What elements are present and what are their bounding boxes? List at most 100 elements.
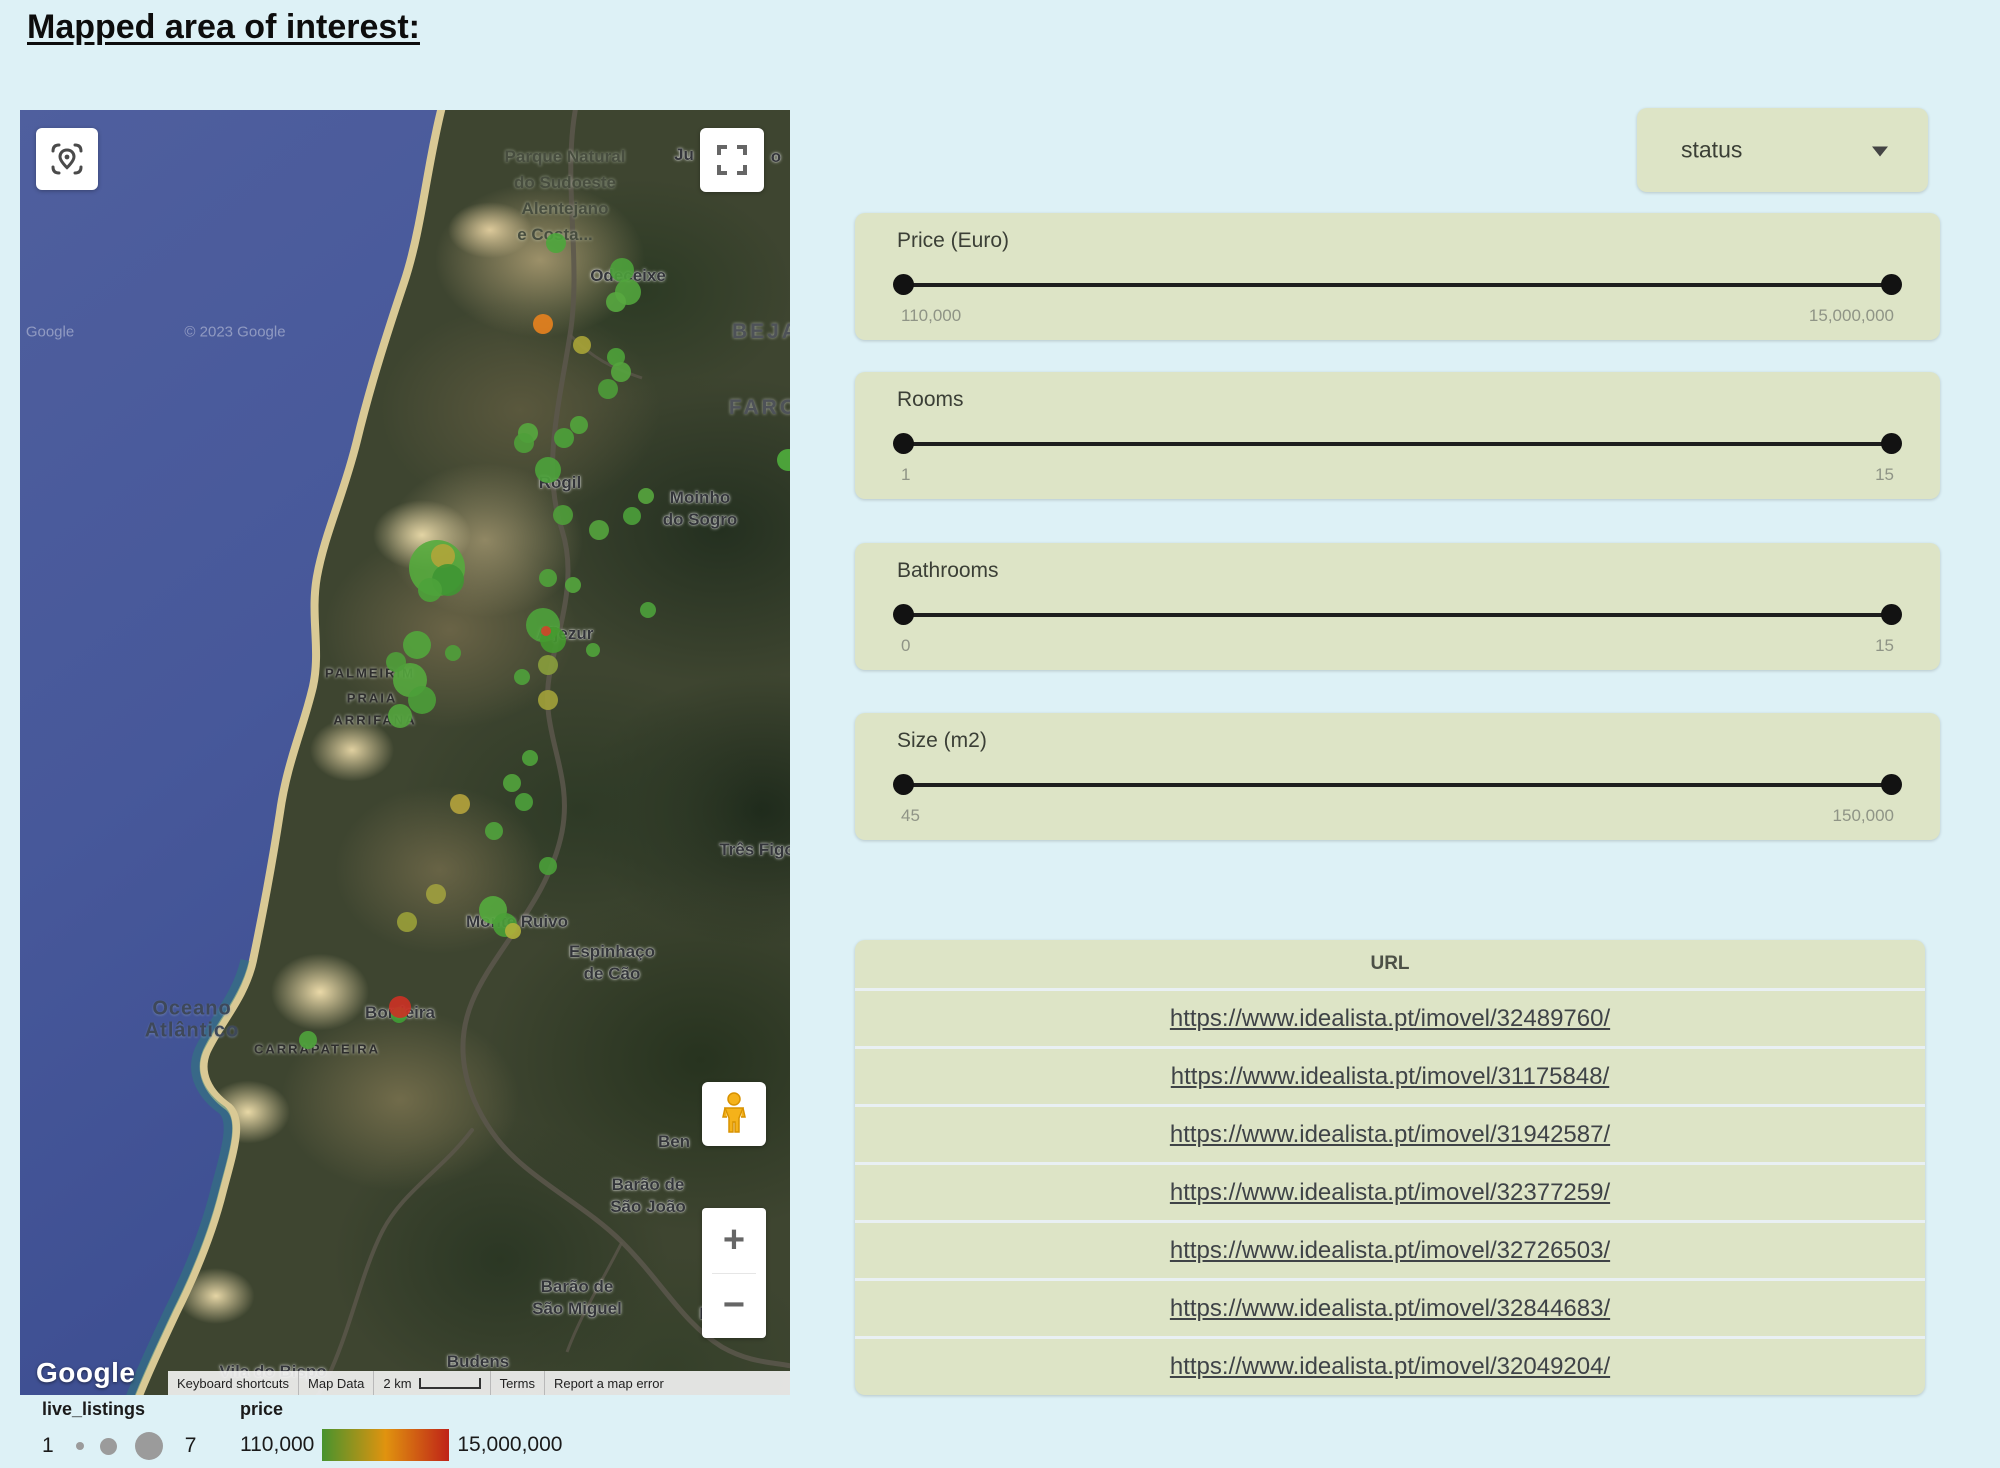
status-dropdown[interactable]: status xyxy=(1637,108,1928,192)
listing-link[interactable]: https://www.idealista.pt/imovel/32049204… xyxy=(1170,1353,1610,1381)
listing-link[interactable]: https://www.idealista.pt/imovel/32377259… xyxy=(1170,1179,1610,1207)
table-row: https://www.idealista.pt/imovel/31175848… xyxy=(855,1046,1925,1104)
listing-marker[interactable] xyxy=(514,669,530,685)
listing-marker[interactable] xyxy=(606,292,626,312)
listing-marker[interactable] xyxy=(514,433,534,453)
listing-marker[interactable] xyxy=(539,857,557,875)
listing-marker[interactable] xyxy=(623,507,641,525)
rooms-slider-handle-min[interactable] xyxy=(893,433,914,454)
listing-marker[interactable] xyxy=(485,822,503,840)
listing-marker[interactable] xyxy=(450,794,470,814)
rooms-slider-track[interactable] xyxy=(903,442,1892,446)
listing-link[interactable]: https://www.idealista.pt/imovel/31942587… xyxy=(1170,1121,1610,1149)
listing-marker[interactable] xyxy=(554,428,574,448)
size-slider-handle-max[interactable] xyxy=(1881,774,1902,795)
listing-marker[interactable] xyxy=(535,457,561,483)
zoom-control: + − xyxy=(702,1208,766,1338)
listing-marker[interactable] xyxy=(388,704,412,728)
listing-marker[interactable] xyxy=(426,884,446,904)
size-slider-handle-min[interactable] xyxy=(893,774,914,795)
size-dot-small xyxy=(76,1442,84,1450)
listing-marker[interactable] xyxy=(515,793,533,811)
price-slider-handle-min[interactable] xyxy=(893,274,914,295)
report-map-error-link[interactable]: Report a map error xyxy=(544,1371,673,1395)
scale-bar: 2 km xyxy=(373,1371,489,1395)
listing-link[interactable]: https://www.idealista.pt/imovel/32844683… xyxy=(1170,1295,1610,1323)
size-slider-track[interactable] xyxy=(903,783,1892,787)
listing-link[interactable]: https://www.idealista.pt/imovel/31175848… xyxy=(1171,1063,1609,1091)
keyboard-shortcuts-link[interactable]: Keyboard shortcuts xyxy=(168,1371,298,1395)
listing-marker[interactable] xyxy=(598,379,618,399)
listing-marker[interactable] xyxy=(389,996,411,1018)
size-slider-label: Size (m2) xyxy=(897,729,987,753)
size-dot-medium xyxy=(100,1438,117,1455)
size-dot-large xyxy=(135,1432,163,1460)
bathrooms-slider-panel: Bathrooms 0 15 xyxy=(855,543,1940,670)
listing-link[interactable]: https://www.idealista.pt/imovel/32726503… xyxy=(1170,1237,1610,1265)
listing-marker[interactable] xyxy=(553,505,573,525)
listing-marker[interactable] xyxy=(538,690,558,710)
table-row: https://www.idealista.pt/imovel/32844683… xyxy=(855,1278,1925,1336)
price-slider-handle-max[interactable] xyxy=(1881,274,1902,295)
listing-marker[interactable] xyxy=(573,336,591,354)
listing-marker[interactable] xyxy=(505,923,521,939)
listing-marker[interactable] xyxy=(640,602,656,618)
marker-layer xyxy=(20,110,790,1395)
focus-location-button[interactable] xyxy=(36,128,98,190)
listing-marker[interactable] xyxy=(538,655,558,675)
table-row: https://www.idealista.pt/imovel/32049204… xyxy=(855,1336,1925,1394)
scale-label: 2 km xyxy=(383,1376,411,1391)
listing-marker[interactable] xyxy=(546,233,566,253)
listing-marker[interactable] xyxy=(418,578,442,602)
bathrooms-slider-handle-min[interactable] xyxy=(893,604,914,625)
google-logo[interactable]: Google xyxy=(36,1357,135,1389)
table-row: https://www.idealista.pt/imovel/32377259… xyxy=(855,1162,1925,1220)
dashboard: Mapped area of interest: Parque Naturald… xyxy=(0,0,2000,1468)
listing-marker[interactable] xyxy=(541,626,551,636)
map-data-link[interactable]: Map Data xyxy=(298,1371,373,1395)
listing-marker[interactable] xyxy=(539,569,557,587)
bathrooms-slider-label: Bathrooms xyxy=(897,559,999,583)
listing-marker[interactable] xyxy=(299,1031,317,1049)
rooms-slider-panel: Rooms 1 15 xyxy=(855,372,1940,499)
url-table: URL https://www.idealista.pt/imovel/3248… xyxy=(855,940,1925,1395)
listing-marker[interactable] xyxy=(397,912,417,932)
map-attribution-bar: Keyboard shortcuts Map Data 2 km Terms R… xyxy=(168,1371,790,1395)
fullscreen-button[interactable] xyxy=(700,128,764,192)
zoom-in-button[interactable]: + xyxy=(702,1208,766,1273)
size-slider-min-value: 45 xyxy=(901,806,920,826)
listing-marker[interactable] xyxy=(586,643,600,657)
table-row: https://www.idealista.pt/imovel/31942587… xyxy=(855,1104,1925,1162)
status-dropdown-label: status xyxy=(1681,137,1742,164)
price-slider-label: Price (Euro) xyxy=(897,229,1009,253)
table-row: https://www.idealista.pt/imovel/32489760… xyxy=(855,988,1925,1046)
listing-marker[interactable] xyxy=(386,652,406,672)
terms-link[interactable]: Terms xyxy=(490,1371,544,1395)
listing-marker[interactable] xyxy=(777,449,790,471)
rooms-slider-handle-max[interactable] xyxy=(1881,433,1902,454)
listing-marker[interactable] xyxy=(565,577,581,593)
bathrooms-slider-max-value: 15 xyxy=(1875,636,1894,656)
pegman-icon xyxy=(717,1092,751,1136)
bathrooms-slider-track[interactable] xyxy=(903,613,1892,617)
rooms-slider-label: Rooms xyxy=(897,388,964,412)
listing-marker[interactable] xyxy=(403,631,431,659)
bathrooms-slider-handle-max[interactable] xyxy=(1881,604,1902,625)
zoom-out-button[interactable]: − xyxy=(702,1274,766,1339)
listing-marker[interactable] xyxy=(570,416,588,434)
listing-marker[interactable] xyxy=(503,774,521,792)
listing-marker[interactable] xyxy=(408,686,436,714)
listing-marker[interactable] xyxy=(522,750,538,766)
listing-marker[interactable] xyxy=(638,488,654,504)
pegman-button[interactable] xyxy=(702,1082,766,1146)
price-slider-max-value: 15,000,000 xyxy=(1809,306,1894,326)
size-slider-max-value: 150,000 xyxy=(1833,806,1894,826)
listing-link[interactable]: https://www.idealista.pt/imovel/32489760… xyxy=(1170,1005,1610,1033)
map-canvas[interactable]: Parque Naturaldo SudoesteAlentejanoe Cos… xyxy=(20,110,790,1395)
listing-marker[interactable] xyxy=(533,314,553,334)
price-slider-track[interactable] xyxy=(903,283,1892,287)
listing-marker[interactable] xyxy=(589,520,609,540)
listing-marker[interactable] xyxy=(611,362,631,382)
url-column-header: URL xyxy=(855,940,1925,988)
listing-marker[interactable] xyxy=(445,645,461,661)
